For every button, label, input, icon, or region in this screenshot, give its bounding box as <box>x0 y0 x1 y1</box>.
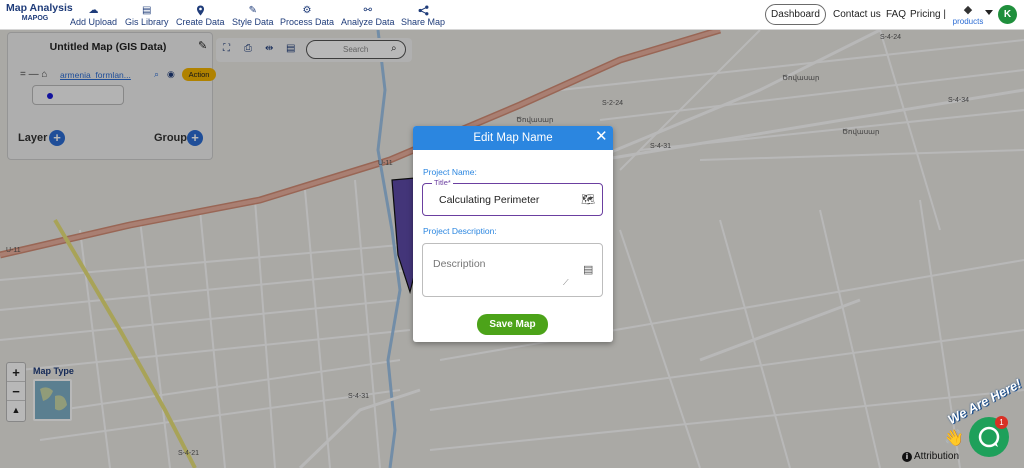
nav-gis-library[interactable]: ▤ Gis Library <box>125 4 169 27</box>
title-field-label: Title* <box>432 178 453 187</box>
products-label: products <box>952 17 984 26</box>
save-map-button[interactable]: Save Map <box>477 314 548 335</box>
nav-label: Analyze Data <box>341 17 395 27</box>
logo-subtitle: MAPOG <box>21 15 49 22</box>
nav-share-map[interactable]: Share Map <box>401 4 445 27</box>
nav-label: Create Data <box>176 17 225 27</box>
edit-map-name-dialog: Edit Map Name ✕ Project Name: Title* Cal… <box>413 126 613 342</box>
project-name-label: Project Name: <box>423 167 477 177</box>
faq-link[interactable]: FAQ <box>886 9 906 20</box>
app-logo[interactable]: Map Analysis MAPOG <box>6 2 73 23</box>
map-icon: 🗺 <box>581 194 595 206</box>
nav-add-upload[interactable]: ☁ Add Upload <box>70 4 117 27</box>
avatar[interactable]: K <box>998 5 1017 24</box>
nav-label: Share Map <box>401 17 446 27</box>
wave-icon: 👋 <box>944 430 964 447</box>
nav-label: Style Data <box>232 17 274 27</box>
nav-analyze-data[interactable]: ⚯ Analyze Data <box>341 4 395 27</box>
products-menu[interactable]: ◆ products <box>951 4 985 26</box>
description-placeholder: Description <box>433 258 486 270</box>
document-icon: ▤ <box>583 264 594 276</box>
close-icon[interactable]: ✕ <box>595 129 608 145</box>
dialog-header: Edit Map Name ✕ <box>413 126 613 150</box>
nav-label: Add Upload <box>70 17 118 27</box>
info-icon: i <box>902 452 912 462</box>
share-icon <box>401 4 445 17</box>
nav-label: Process Data <box>280 17 335 27</box>
nav-create-data[interactable]: Create Data <box>176 4 225 27</box>
attribution-label: Attribution <box>914 451 960 462</box>
nav-process-data[interactable]: ⚙ Process Data <box>280 4 334 27</box>
cloud-upload-icon: ☁ <box>88 5 99 16</box>
logo-title: Map Analysis <box>6 2 73 14</box>
process-icon: ⚙ <box>302 5 312 16</box>
nav-label: Gis Library <box>125 17 169 27</box>
top-navbar: Map Analysis MAPOG ☁ Add Upload ▤ Gis Li… <box>0 0 1024 30</box>
dialog-title: Edit Map Name <box>473 132 553 144</box>
library-icon: ▤ <box>142 5 152 16</box>
project-description-label: Project Description: <box>423 226 497 236</box>
pricing-link[interactable]: Pricing | <box>910 9 946 20</box>
title-field[interactable]: Title* Calculating Perimeter 🗺 <box>422 178 603 216</box>
paint-icon: ✎ <box>248 5 257 16</box>
chevron-down-icon[interactable] <box>985 10 993 15</box>
description-field[interactable]: Description ▤ ⟋ <box>422 243 603 297</box>
contact-link[interactable]: Contact us <box>833 9 881 20</box>
analyze-icon: ⚯ <box>363 5 372 16</box>
map-pin-icon <box>176 4 225 17</box>
nav-style-data[interactable]: ✎ Style Data <box>232 4 274 27</box>
dashboard-button[interactable]: Dashboard <box>765 4 826 25</box>
title-input-value[interactable]: Calculating Perimeter <box>439 194 539 206</box>
cube-icon: ◆ <box>963 4 973 16</box>
attribution-control[interactable]: i Attribution <box>902 451 959 462</box>
resize-handle-icon[interactable]: ⟋ <box>563 278 569 288</box>
chat-badge: 1 <box>995 416 1008 429</box>
